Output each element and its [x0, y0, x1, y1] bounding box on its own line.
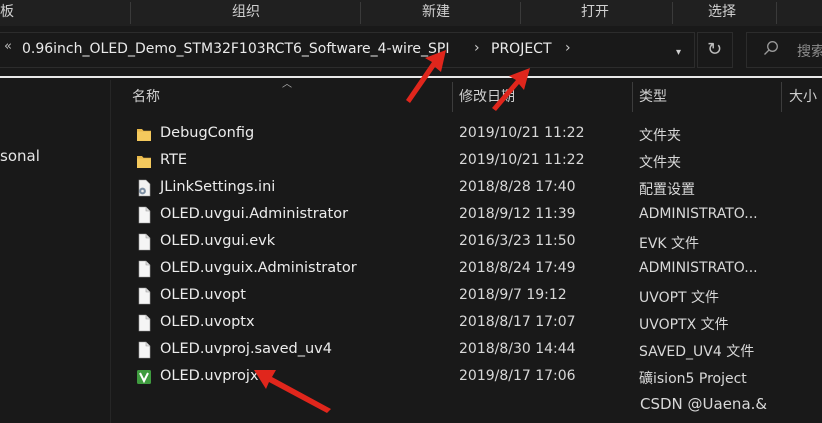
file-name: OLED.uvproj.saved_uv4	[160, 341, 332, 357]
file-row[interactable]: OLED.uvgui.evk 2016/3/23 11:50 EVK 文件	[0, 228, 822, 255]
address-bar[interactable]: « 0.96inch_OLED_Demo_STM32F103RCT6_Softw…	[0, 32, 695, 68]
file-date: 2018/8/24 17:49	[459, 260, 576, 276]
file-row[interactable]: OLED.uvguix.Administrator 2018/8/24 17:4…	[0, 255, 822, 282]
file-date: 2018/8/17 17:07	[459, 314, 576, 330]
file-row[interactable]: JLinkSettings.ini 2018/8/28 17:40 配置设置	[0, 174, 822, 201]
sort-ascending-icon: ︿	[282, 79, 292, 90]
file-name: OLED.uvoptx	[160, 314, 255, 330]
file-name: RTE	[160, 152, 188, 168]
file-row[interactable]: OLED.uvgui.Administrator 2018/9/12 11:39…	[0, 201, 822, 228]
file-type: 文件夹	[639, 155, 681, 171]
column-divider[interactable]	[781, 82, 782, 112]
file-row[interactable]: OLED.uvoptx 2018/8/17 17:07 UVOPTX 文件	[0, 309, 822, 336]
file-type: ADMINISTRATO...	[639, 260, 758, 276]
folder-icon	[137, 129, 151, 141]
column-divider[interactable]	[452, 82, 453, 112]
file-date: 2018/9/7 19:12	[459, 287, 567, 303]
toolbar-divider	[0, 76, 822, 78]
file-name: OLED.uvprojx	[160, 368, 259, 384]
file-icon	[138, 260, 151, 278]
folder-icon	[137, 156, 151, 168]
file-type: 礦ision5 Project	[639, 371, 747, 387]
file-type: EVK 文件	[639, 236, 700, 252]
file-date: 2019/8/17 17:06	[459, 368, 576, 384]
file-icon	[138, 206, 151, 224]
column-header-type[interactable]: 类型	[639, 86, 667, 108]
settings-file-icon	[138, 179, 151, 197]
address-row: « 0.96inch_OLED_Demo_STM32F103RCT6_Softw…	[0, 26, 822, 76]
ribbon-organize[interactable]: 组织	[232, 0, 260, 26]
file-type: UVOPTX 文件	[639, 317, 729, 333]
overflow-chevron-icon[interactable]: «	[4, 39, 12, 54]
column-header-size[interactable]: 大小	[789, 86, 817, 108]
file-icon	[138, 287, 151, 305]
search-box[interactable]: 搜索	[746, 32, 822, 68]
file-type: ADMINISTRATO...	[639, 206, 758, 222]
file-name: OLED.uvguix.Administrator	[160, 260, 357, 276]
ribbon-new[interactable]: 新建	[422, 0, 450, 26]
file-type: 文件夹	[639, 128, 681, 144]
file-row[interactable]: OLED.uvopt 2018/9/7 19:12 UVOPT 文件	[0, 282, 822, 309]
breadcrumb-parent[interactable]: 0.96inch_OLED_Demo_STM32F103RCT6_Softwar…	[22, 41, 449, 57]
ribbon-select[interactable]: 选择	[708, 0, 736, 26]
file-name: OLED.uvgui.evk	[160, 233, 276, 249]
file-name: OLED.uvgui.Administrator	[160, 206, 349, 222]
file-date: 2019/10/21 11:22	[459, 125, 585, 141]
column-header-name[interactable]: 名称	[132, 86, 160, 108]
file-type: 配置设置	[639, 182, 695, 198]
file-name: OLED.uvopt	[160, 287, 246, 303]
file-date: 2018/8/28 17:40	[459, 179, 576, 195]
address-dropdown-icon[interactable]: ▾	[676, 47, 681, 58]
refresh-button[interactable]: ↻	[697, 32, 733, 68]
file-date: 2018/9/12 11:39	[459, 206, 576, 222]
command-ribbon: 板 组织 新建 打开 选择	[0, 0, 822, 27]
file-date: 2018/8/30 14:44	[459, 341, 576, 357]
file-icon	[138, 233, 151, 251]
refresh-icon: ↻	[707, 39, 723, 60]
ribbon-divider	[520, 2, 521, 24]
search-placeholder: 搜索	[797, 44, 822, 60]
file-row[interactable]: RTE 2019/10/21 11:22 文件夹	[0, 147, 822, 174]
file-row[interactable]: OLED.uvproj.saved_uv4 2018/8/30 14:44 SA…	[0, 336, 822, 363]
breadcrumb-separator-icon[interactable]: ›	[474, 40, 480, 56]
ribbon-divider	[672, 2, 673, 24]
file-name: DebugConfig	[160, 125, 255, 141]
ribbon-open[interactable]: 打开	[581, 0, 609, 26]
ribbon-divider	[130, 2, 131, 24]
breadcrumb-current[interactable]: PROJECT	[491, 41, 552, 57]
ribbon-divider	[776, 2, 777, 24]
file-date: 2016/3/23 11:50	[459, 233, 576, 249]
watermark: CSDN @Uaena.&	[640, 395, 768, 413]
file-row[interactable]: DebugConfig 2019/10/21 11:22 文件夹	[0, 120, 822, 147]
ribbon-share-partial[interactable]: 板	[0, 0, 14, 26]
file-date: 2019/10/21 11:22	[459, 152, 585, 168]
search-icon	[764, 41, 778, 55]
column-divider[interactable]	[632, 82, 633, 112]
file-type: UVOPT 文件	[639, 290, 720, 306]
breadcrumb-separator-icon[interactable]: ›	[565, 40, 571, 56]
file-icon	[138, 314, 151, 332]
column-header-date[interactable]: 修改日期	[459, 86, 515, 108]
ribbon-divider	[360, 2, 361, 24]
file-icon	[138, 341, 151, 359]
file-type: SAVED_UV4 文件	[639, 344, 755, 360]
file-row[interactable]: OLED.uvprojx 2019/8/17 17:06 礦ision5 Pro…	[0, 363, 822, 390]
keil-project-icon	[137, 370, 151, 384]
file-name: JLinkSettings.ini	[160, 179, 276, 195]
